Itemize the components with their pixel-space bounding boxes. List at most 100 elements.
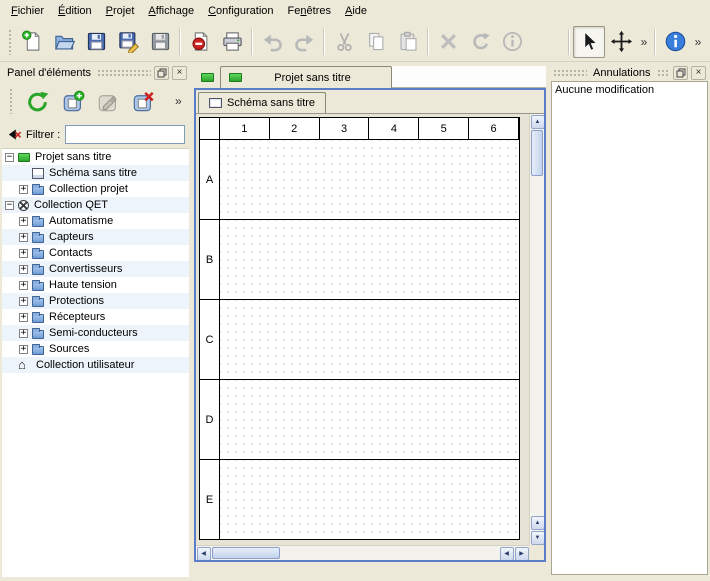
grid-cells[interactable] (220, 300, 519, 379)
rotate-button[interactable] (464, 26, 496, 58)
reload-collections-button[interactable] (24, 86, 52, 116)
undo-button[interactable] (256, 26, 288, 58)
edit-element-button[interactable] (94, 86, 122, 116)
scroll-left-button-alt[interactable]: ◀ (500, 547, 514, 561)
expand-icon[interactable]: + (19, 217, 28, 226)
undo-list[interactable]: Aucune modification (551, 81, 708, 575)
save-as-button[interactable] (112, 26, 144, 58)
collapse-icon[interactable]: − (5, 153, 14, 162)
qet-icon (18, 200, 29, 211)
save-all-button[interactable] (144, 26, 176, 58)
expand-icon[interactable]: + (19, 249, 28, 258)
menu-item[interactable]: Affichage (141, 0, 201, 22)
expand-icon[interactable]: + (19, 233, 28, 242)
tree-item[interactable]: +Sources (2, 341, 189, 357)
tree-item[interactable]: +Haute tension (2, 277, 189, 293)
close-file-button[interactable] (184, 26, 216, 58)
tree-item[interactable]: +Protections (2, 293, 189, 309)
vertical-scrollbar[interactable]: ▲ ▲ ▼ (529, 114, 544, 545)
grid-cells[interactable] (220, 460, 519, 539)
toolbar-overflow-button[interactable]: » (637, 27, 651, 57)
delete-button[interactable] (432, 26, 464, 58)
tree-item[interactable]: +Convertisseurs (2, 261, 189, 277)
vertical-scroll-thumb[interactable] (531, 130, 543, 176)
selection-tool-button[interactable] (573, 26, 605, 58)
menu-item[interactable]: Configuration (201, 0, 280, 22)
tree-item[interactable]: −Projet sans titre (2, 149, 189, 165)
tree-item[interactable]: +Automatisme (2, 213, 189, 229)
tree-item[interactable]: +Collection projet (2, 181, 189, 197)
copy-button[interactable] (360, 26, 392, 58)
panel-drag-handle[interactable] (657, 69, 671, 77)
menu-item[interactable]: Projet (99, 0, 142, 22)
menu-item[interactable]: Fenêtres (281, 0, 338, 22)
expand-icon[interactable]: + (19, 281, 28, 290)
grid-cells[interactable] (220, 220, 519, 299)
expand-icon[interactable]: + (19, 313, 28, 322)
scroll-track[interactable] (281, 546, 499, 560)
project-icon (18, 153, 30, 162)
grid-cells[interactable] (220, 380, 519, 459)
tree-item-label: Capteurs (49, 231, 98, 243)
close-panel-button[interactable]: × (172, 66, 187, 80)
delete-element-button[interactable] (130, 86, 158, 116)
horizontal-scroll-thumb[interactable] (212, 547, 280, 559)
tree-item[interactable]: +Récepteurs (2, 309, 189, 325)
expand-icon[interactable]: + (19, 297, 28, 306)
tab-schema[interactable]: Schéma sans titre (198, 92, 326, 113)
tree-item[interactable]: Schéma sans titre (2, 165, 189, 181)
float-panel-button[interactable] (673, 66, 688, 80)
toolbar-overflow-button-right[interactable]: » (691, 27, 705, 57)
new-document-button[interactable] (16, 26, 48, 58)
collapse-icon[interactable]: − (5, 201, 14, 210)
project-tab-label: Projet sans titre (242, 72, 383, 84)
elements-panel: Panel d'éléments × (0, 62, 190, 581)
new-element-button[interactable] (59, 86, 87, 116)
panel-toolbar-overflow-button[interactable]: » (172, 86, 185, 116)
tab-project[interactable]: Projet sans titre (220, 66, 392, 88)
tree-item[interactable]: −Collection QET (2, 197, 189, 213)
grid-cells[interactable] (220, 140, 519, 219)
print-button[interactable] (216, 26, 248, 58)
redo-button[interactable] (288, 26, 320, 58)
column-header: 3 (320, 118, 370, 139)
scroll-up-button[interactable]: ▲ (531, 115, 545, 129)
tree-item[interactable]: ⌂Collection utilisateur (2, 357, 189, 373)
expand-icon[interactable]: + (19, 345, 28, 354)
about-qet-button[interactable] (659, 26, 691, 58)
expand-icon[interactable]: + (19, 329, 28, 338)
expand-icon[interactable]: + (19, 185, 28, 194)
open-project-button[interactable] (48, 26, 80, 58)
scroll-down-button[interactable]: ▼ (531, 531, 545, 545)
row-header: C (200, 300, 220, 379)
element-info-button[interactable] (496, 26, 528, 58)
tree-item[interactable]: +Contacts (2, 245, 189, 261)
pan-tool-button[interactable] (605, 26, 637, 58)
toolbar-grip[interactable] (8, 29, 13, 55)
cut-button[interactable] (328, 26, 360, 58)
float-panel-button[interactable] (154, 66, 169, 80)
menu-item[interactable]: Édition (51, 0, 99, 22)
toolbar-grip[interactable] (9, 88, 14, 114)
canvas-row: A (200, 140, 519, 220)
scroll-left-button[interactable]: ◀ (197, 547, 211, 561)
scroll-right-button[interactable]: ▶ (515, 547, 529, 561)
schema-canvas[interactable]: 123456 ABCDE (199, 117, 520, 540)
diagram-viewport[interactable]: 123456 ABCDE ▲ ▲ ▼ ◀ ◀ (196, 113, 544, 560)
save-button[interactable] (80, 26, 112, 58)
filter-input[interactable] (65, 125, 185, 144)
panel-drag-handle[interactable] (97, 69, 151, 77)
tree-item[interactable]: +Semi-conducteurs (2, 325, 189, 341)
folder-icon (32, 314, 44, 323)
scroll-up-button-alt[interactable]: ▲ (531, 516, 545, 530)
menu-item[interactable]: Fichier (4, 0, 51, 22)
expand-icon[interactable]: + (19, 265, 28, 274)
scroll-track[interactable] (530, 177, 544, 515)
clear-filter-icon[interactable] (6, 127, 21, 142)
tree-item[interactable]: + Capteurs (2, 229, 189, 245)
close-panel-button[interactable]: × (691, 66, 706, 80)
panel-drag-handle[interactable] (553, 69, 587, 77)
horizontal-scrollbar[interactable]: ◀ ◀ ▶ (196, 545, 529, 560)
menu-item[interactable]: Aide (338, 0, 374, 22)
paste-button[interactable] (392, 26, 424, 58)
